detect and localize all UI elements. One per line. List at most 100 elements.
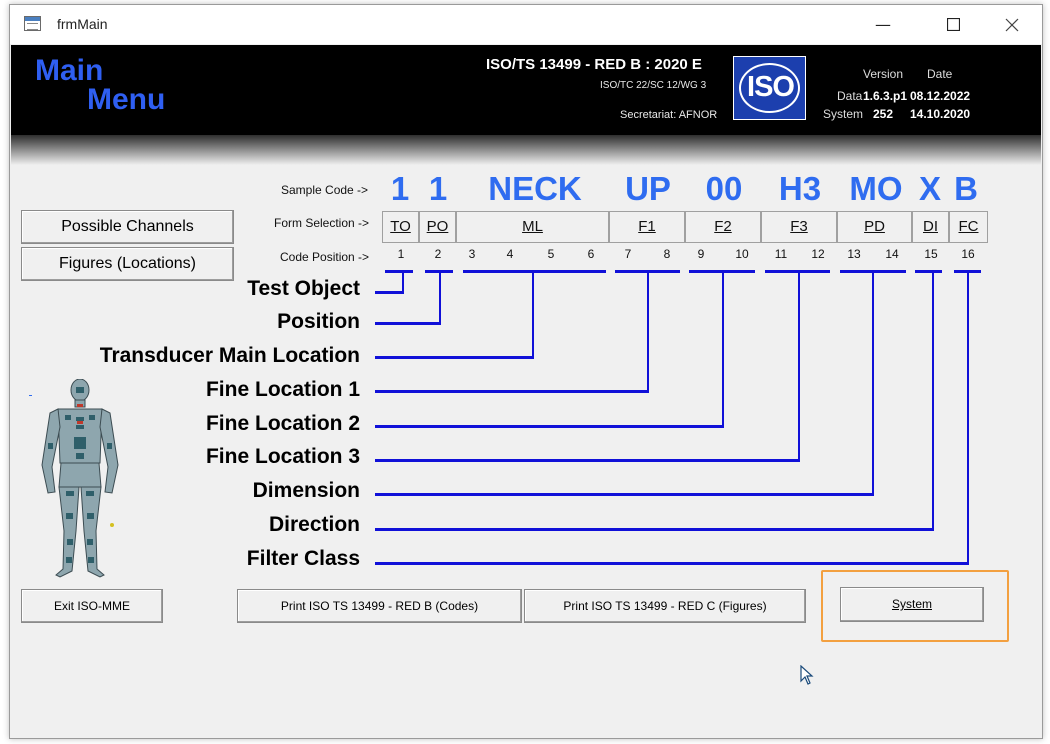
main-menu-line2: Menu — [87, 83, 166, 116]
data-date: 08.12.2022 — [910, 89, 971, 103]
sample-code-label: Sample Code -> — [281, 183, 369, 197]
figure-marker — [29, 395, 32, 396]
sample-code-fine-location-3: H3 — [778, 170, 822, 207]
header-banner: Main Menu ISO/TS 13499 - RED B : 2020 E … — [11, 45, 1041, 135]
code-position-14: 14 — [885, 247, 899, 261]
standard-title: ISO/TS 13499 - RED B : 2020 E — [486, 56, 702, 73]
dummy-figure-image — [41, 379, 119, 578]
window-title: frmMain — [57, 16, 108, 32]
connector-v-fine-location-2 — [722, 273, 724, 428]
code-position-4: 4 — [506, 247, 514, 261]
label-dimension: Dimension — [252, 479, 360, 502]
label-transducer-main-location: Transducer Main Location — [99, 344, 360, 367]
iso-logo: ISO — [733, 56, 806, 120]
label-fine-location-2: Fine Location 2 — [205, 412, 360, 435]
bar-test-object — [385, 270, 413, 273]
code-position-7: 7 — [624, 247, 632, 261]
connector-v-fine-location-3 — [798, 273, 800, 462]
connector-v-filter-class — [967, 273, 969, 565]
connector-h-position — [375, 322, 441, 325]
code-position-5: 5 — [547, 247, 555, 261]
sample-code-direction: X — [918, 170, 941, 207]
bar-direction — [915, 270, 942, 273]
connector-h-filter-class — [375, 562, 969, 565]
form-selection-ml[interactable]: ML — [456, 211, 609, 243]
connector-v-direction — [932, 273, 934, 531]
connector-v-position — [439, 273, 441, 325]
connector-h-dimension — [375, 493, 874, 496]
mouse-cursor-icon — [800, 665, 814, 685]
sample-code-main-location: NECK — [488, 170, 582, 207]
code-position-label: Code Position -> — [280, 250, 370, 264]
system-label: System — [823, 107, 864, 121]
code-position-15: 15 — [924, 247, 938, 261]
title-bar: frmMain — — [10, 5, 1042, 44]
connector-v-fine-location-1 — [647, 273, 649, 393]
sample-code-filter-class: B — [954, 170, 978, 207]
label-test-object: Test Object — [247, 277, 360, 300]
connector-h-main-location — [375, 356, 534, 359]
label-direction: Direction — [268, 513, 360, 536]
form-selection-fc[interactable]: FC — [949, 211, 988, 243]
code-position-3: 3 — [468, 247, 476, 261]
close-icon[interactable] — [989, 5, 1035, 44]
header-gradient — [11, 135, 1041, 165]
connector-h-fine-location-2 — [375, 425, 724, 428]
form-icon — [24, 16, 41, 31]
main-window: frmMain — Main Menu ISO/TS 13499 - RED B… — [9, 4, 1043, 739]
connector-h-direction — [375, 528, 934, 531]
form-selection-di[interactable]: DI — [912, 211, 949, 243]
code-position-12: 12 — [811, 247, 825, 261]
form-selection-label: Form Selection -> — [274, 216, 370, 230]
label-fine-location-1: Fine Location 1 — [205, 378, 360, 401]
code-position-10: 10 — [735, 247, 749, 261]
system-date: 14.10.2020 — [910, 107, 971, 121]
connector-h-fine-location-1 — [375, 390, 649, 393]
connector-h-test-object — [375, 291, 404, 294]
code-position-11: 11 — [774, 247, 788, 261]
code-position-13: 13 — [847, 247, 861, 261]
form-selection-f1[interactable]: F1 — [609, 211, 685, 243]
maximize-icon[interactable] — [930, 5, 976, 44]
system-version: 252 — [873, 107, 894, 121]
code-position-9: 9 — [697, 247, 705, 261]
bar-main-location — [463, 270, 606, 273]
minimize-icon[interactable]: — — [860, 5, 906, 44]
code-position-2: 2 — [434, 247, 442, 261]
sample-code-position: 1 — [428, 170, 448, 207]
main-menu-line1: Main — [35, 54, 104, 87]
form-selection-f2[interactable]: F2 — [685, 211, 761, 243]
possible-channels-button[interactable]: Possible Channels — [21, 210, 234, 244]
form-selection-po[interactable]: PO — [419, 211, 456, 243]
code-position-6: 6 — [587, 247, 595, 261]
form-selection-f3[interactable]: F3 — [761, 211, 837, 243]
code-position-16: 16 — [961, 247, 975, 261]
iso-logo-text: ISO — [747, 71, 795, 103]
sample-code-fine-location-1: UP — [625, 170, 671, 207]
label-fine-location-3: Fine Location 3 — [205, 445, 360, 468]
version-header: Version — [863, 67, 904, 81]
connector-v-dimension — [872, 273, 874, 496]
main-menu-title: Main Menu — [35, 54, 166, 116]
sample-code-test-object: 1 — [390, 170, 410, 207]
committee-label: ISO/TC 22/SC 12/WG 3 — [600, 80, 707, 91]
code-position-8: 8 — [663, 247, 671, 261]
data-version: 1.6.3.p1 — [863, 89, 908, 103]
code-position-1: 1 — [397, 247, 405, 261]
connector-v-main-location — [532, 273, 534, 359]
sample-code-dimension: MO — [849, 170, 903, 207]
figures-locations-button[interactable]: Figures (Locations) — [21, 247, 234, 281]
system-button[interactable]: System — [840, 587, 984, 622]
form-selection-to[interactable]: TO — [382, 211, 419, 243]
date-header: Date — [927, 67, 953, 81]
data-label: Data — [837, 89, 863, 103]
label-filter-class: Filter Class — [246, 547, 360, 570]
print-codes-button[interactable]: Print ISO TS 13499 - RED B (Codes) — [237, 589, 522, 623]
connector-h-fine-location-3 — [375, 459, 800, 462]
sample-code-fine-location-2: 00 — [705, 170, 743, 207]
label-position: Position — [277, 310, 360, 333]
exit-iso-mme-button[interactable]: Exit ISO-MME — [21, 589, 163, 623]
secretariat-label: Secretariat: AFNOR — [620, 109, 718, 121]
print-figures-button[interactable]: Print ISO TS 13499 - RED C (Figures) — [524, 589, 806, 623]
form-selection-pd[interactable]: PD — [837, 211, 912, 243]
